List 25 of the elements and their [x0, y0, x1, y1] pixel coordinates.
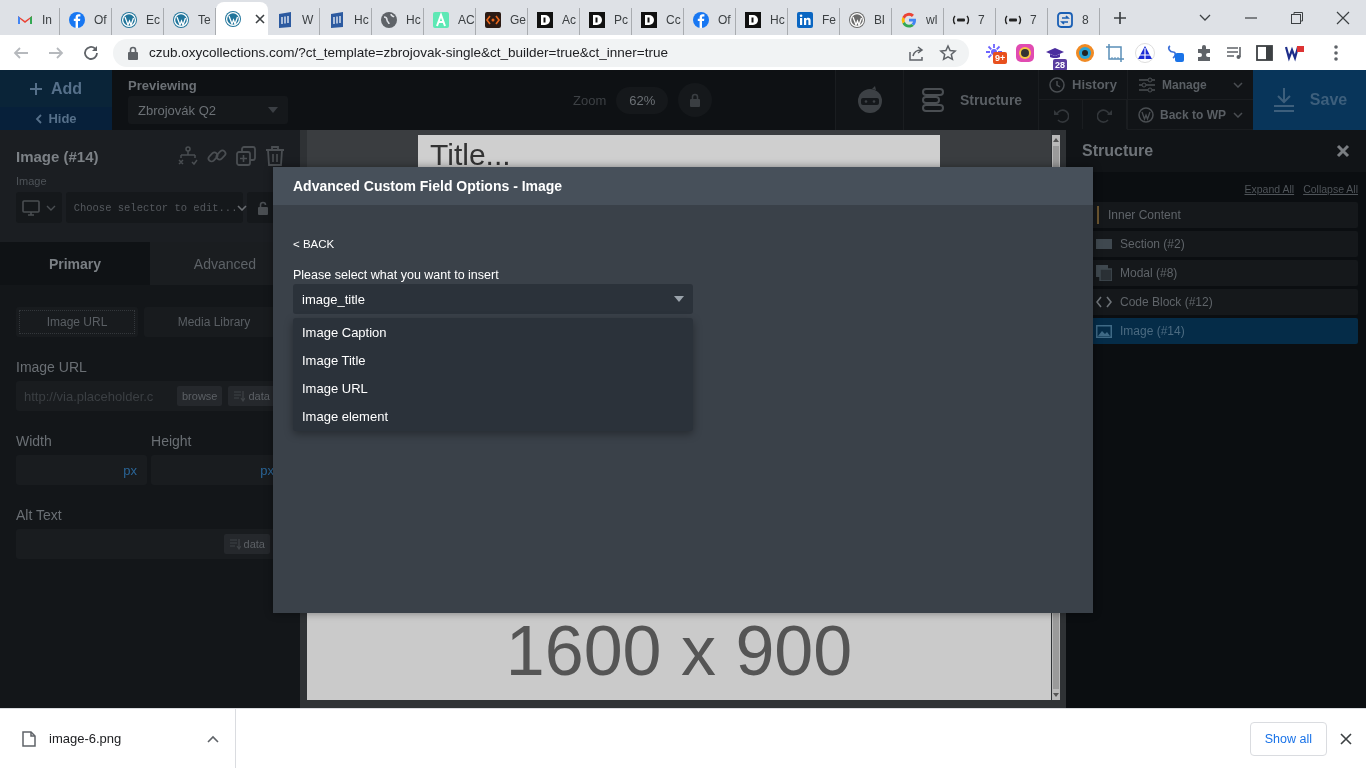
field-label: Height [151, 433, 193, 449]
field-label: Image URL [16, 359, 88, 375]
field-label: Width [16, 433, 53, 449]
dropdown-option[interactable]: Image element [293, 402, 693, 430]
dropdown-option[interactable]: Image Caption [293, 318, 693, 346]
show-all-button[interactable]: Show all [1249, 721, 1327, 756]
unit-label: px [260, 462, 274, 478]
heading-text: Title... [430, 139, 511, 167]
address-field[interactable]: czub.oxycollections.com/?ct_template=zbrojovak-single&ct_builder=true&ct_inner=true [113, 38, 969, 67]
previewing-label: Previewing [128, 78, 198, 93]
notification-badge: 28 [1053, 59, 1067, 71]
field-label: Alt Text [16, 507, 63, 523]
panel-title: Structure [1082, 142, 1154, 160]
download-item[interactable]: image-6.png [0, 708, 236, 768]
field-select[interactable]: image_title [293, 284, 693, 314]
zoom-value[interactable]: 62% [616, 86, 669, 114]
notification-badge: 9+ [993, 51, 1008, 64]
dialog-title: Advanced Custom Field Options - Image [273, 167, 1093, 205]
preview-select[interactable]: Zbrojovák Q2 [128, 96, 288, 124]
dropdown-option[interactable]: Image Title [293, 346, 693, 374]
placeholder-text: 1600 x 900 [505, 616, 853, 686]
element-title: Image (#14) [16, 147, 99, 165]
unit-label: px [123, 462, 137, 478]
dropdown-option[interactable]: Image URL [293, 374, 693, 402]
panel-tab[interactable]: Primary [0, 242, 150, 285]
